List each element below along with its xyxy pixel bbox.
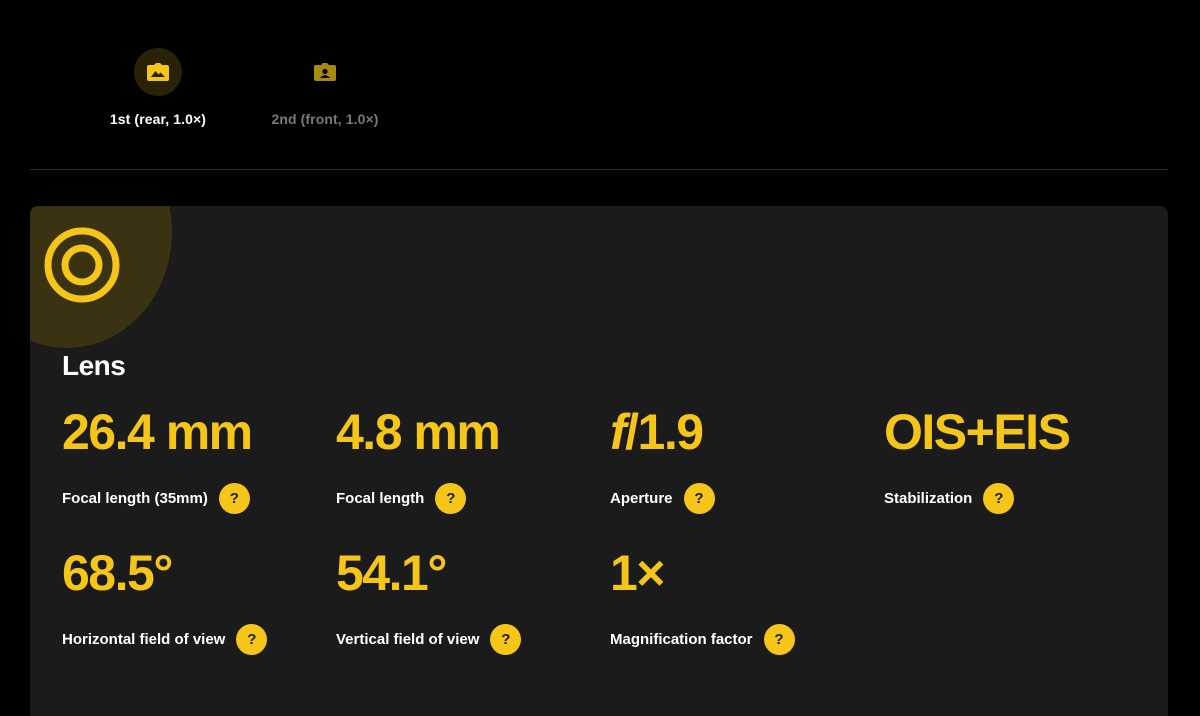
spec-value: 26.4 mm [62, 404, 253, 460]
spec-label-row: Focal length ? [336, 482, 596, 514]
spec-value: 1× [610, 545, 666, 601]
spec-value: f/1.9 [610, 404, 870, 460]
spec-vertical-fov: 54.1° Vertical field of view ? [336, 545, 596, 655]
tab-icon-wrapper [134, 48, 182, 96]
spec-label: Stabilization [884, 489, 973, 507]
spec-value: OIS+EIS [884, 404, 1071, 460]
camera-specs-page: 1st (rear, 1.0×) 2nd (front, 1.0×) Lens … [0, 0, 1200, 716]
tab-rear-camera[interactable]: 1st (rear, 1.0×) [88, 48, 228, 127]
spec-value: 4.8 mm [336, 404, 501, 460]
spec-stabilization: OIS+EIS Stabilization ? [884, 404, 1144, 514]
spec-focal-length-35mm: 26.4 mm Focal length (35mm) ? [62, 404, 322, 514]
spec-label: Horizontal field of view [62, 630, 226, 648]
aperture-value: /1.9 [625, 404, 704, 460]
spec-horizontal-fov: 68.5° Horizontal field of view ? [62, 545, 322, 655]
tab-label: 1st (rear, 1.0×) [109, 111, 207, 127]
spec-aperture: f/1.9 Aperture ? [610, 404, 870, 514]
help-button[interactable]: ? [236, 623, 268, 655]
spec-label-row: Stabilization ? [884, 482, 1144, 514]
help-button[interactable]: ? [218, 482, 250, 514]
spec-label: Focal length (35mm) [62, 489, 208, 507]
spec-label-row: Aperture ? [610, 482, 870, 514]
spec-focal-length: 4.8 mm Focal length ? [336, 404, 596, 514]
spec-magnification-factor: 1× Magnification factor ? [610, 545, 870, 655]
spec-label: Focal length [336, 489, 425, 507]
help-button[interactable]: ? [763, 623, 795, 655]
card-title: Lens [62, 350, 126, 381]
lens-card: Lens 26.4 mm Focal length (35mm) ? 4.8 m… [30, 206, 1168, 716]
spec-label-row: Magnification factor ? [610, 623, 870, 655]
lens-icon [44, 227, 120, 303]
help-button[interactable]: ? [683, 482, 715, 514]
camera-tabs: 1st (rear, 1.0×) 2nd (front, 1.0×) [0, 0, 1200, 170]
spec-label: Vertical field of view [336, 630, 480, 648]
aperture-f-symbol: f [610, 404, 627, 460]
spec-label-row: Horizontal field of view ? [62, 623, 322, 655]
divider [30, 169, 1168, 170]
help-button[interactable]: ? [435, 482, 467, 514]
spec-label: Aperture [610, 489, 673, 507]
spec-label: Magnification factor [610, 630, 753, 648]
spec-label-row: Focal length (35mm) ? [62, 482, 322, 514]
spec-value: 54.1° [336, 545, 447, 601]
tab-icon-wrapper [301, 48, 349, 96]
camera-front-icon [314, 63, 336, 81]
tab-label: 2nd (front, 1.0×) [271, 111, 379, 127]
help-button[interactable]: ? [490, 623, 522, 655]
help-button[interactable]: ? [983, 482, 1015, 514]
tab-front-camera[interactable]: 2nd (front, 1.0×) [250, 48, 400, 127]
spec-label-row: Vertical field of view ? [336, 623, 596, 655]
camera-rear-icon [147, 63, 169, 81]
spec-value: 68.5° [62, 545, 173, 601]
